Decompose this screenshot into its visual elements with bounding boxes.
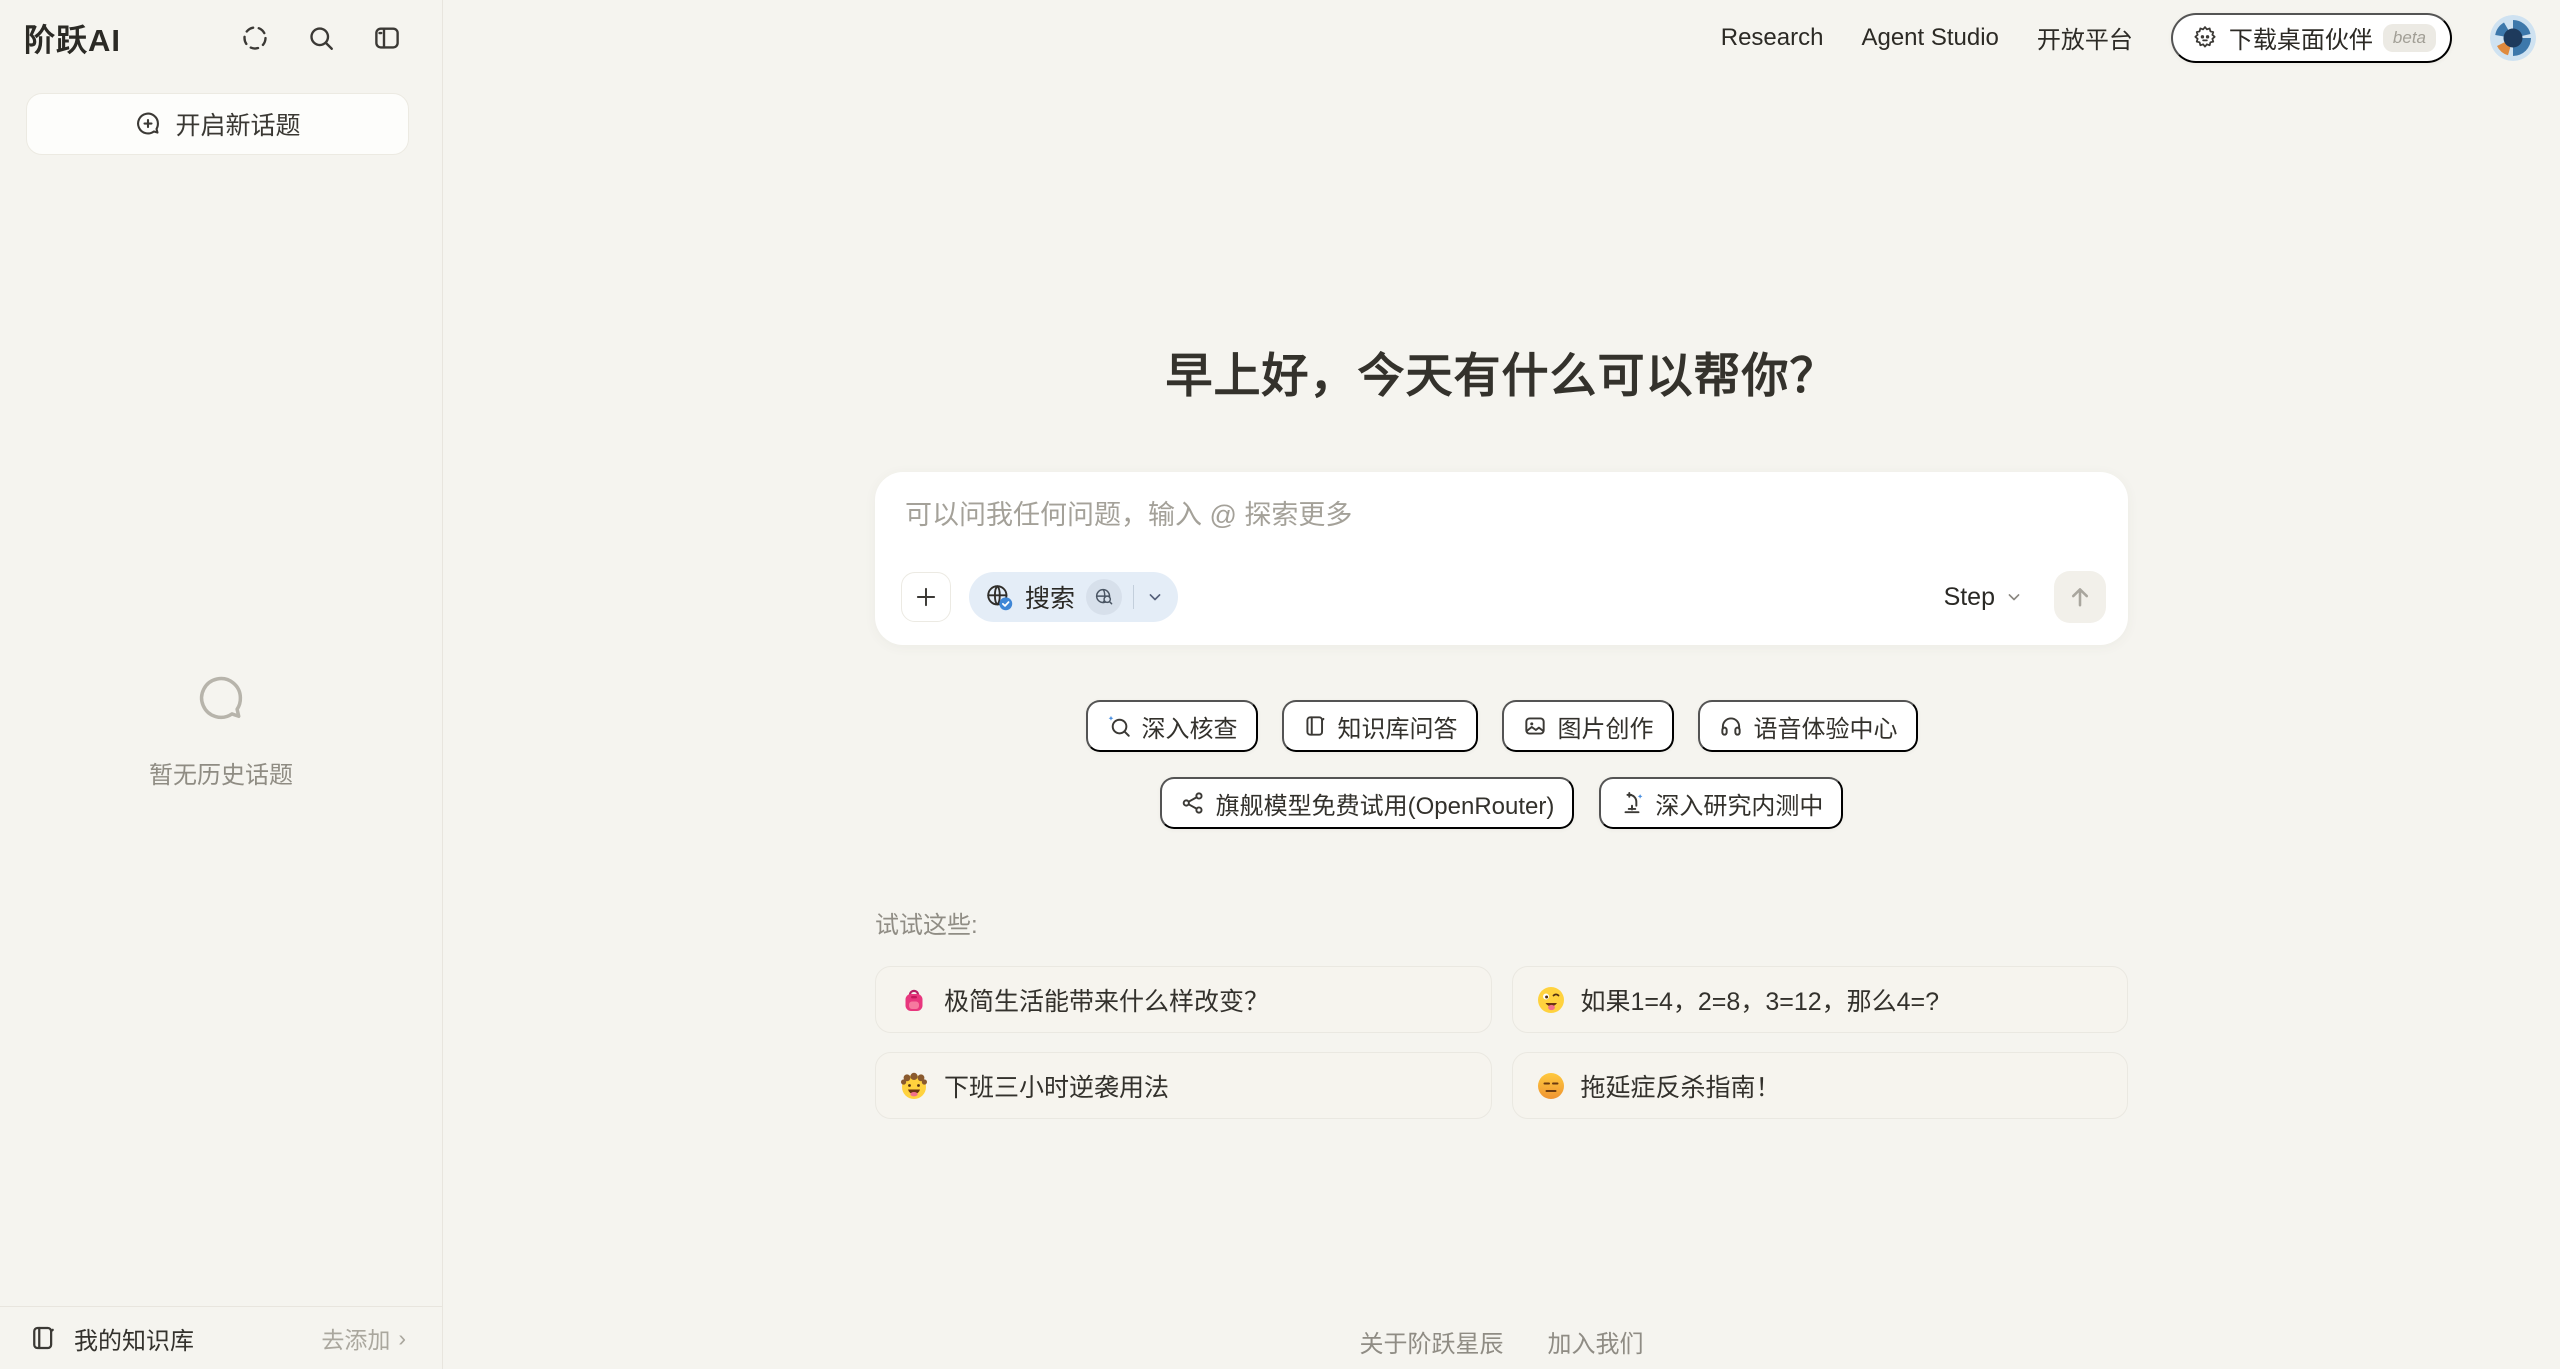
sidebar-toggle-icon[interactable] xyxy=(372,23,402,53)
headphones-icon xyxy=(1718,713,1744,739)
chevron-down-icon[interactable] xyxy=(1145,587,1165,607)
plus-icon xyxy=(913,584,939,610)
search-scope-badge xyxy=(1086,579,1122,615)
top-navigation: Research Agent Studio 开放平台 下载桌面伙伴 beta xyxy=(443,0,2560,75)
new-topic-label: 开启新话题 xyxy=(175,106,300,142)
avatar[interactable] xyxy=(2490,15,2536,61)
composer-toolbar: 搜索 xyxy=(901,571,2106,623)
suggestions-section: 试试这些: 极简生活能带来什么样改变？ xyxy=(875,905,2128,1119)
beta-badge: beta xyxy=(2383,24,2436,52)
nav-agent-studio[interactable]: Agent Studio xyxy=(1861,24,1998,52)
chip-deep-research-beta[interactable]: 深入研究内测中 xyxy=(1599,777,1843,829)
knowledge-base-row[interactable]: 我的知识库 去添加 › xyxy=(0,1306,442,1369)
footer-join-link[interactable]: 加入我们 xyxy=(1548,1324,1644,1359)
suggestions-grid: 极简生活能带来什么样改变？ 如果1=4，2=8， xyxy=(875,966,2128,1119)
composer-card: 搜索 xyxy=(875,472,2128,645)
prompt-input[interactable] xyxy=(905,500,2098,531)
share-nodes-icon xyxy=(1180,790,1206,816)
book-icon xyxy=(28,1323,58,1353)
search-icon[interactable] xyxy=(306,23,336,53)
pill-divider xyxy=(1133,585,1134,609)
download-desktop-button[interactable]: 下载桌面伙伴 beta xyxy=(2171,13,2452,63)
magnifier-sparkle-icon xyxy=(1106,713,1132,739)
footer-about-link[interactable]: 关于阶跃星辰 xyxy=(1360,1324,1504,1359)
model-selector[interactable]: Step xyxy=(1944,583,2024,612)
nav-research[interactable]: Research xyxy=(1721,24,1824,52)
promo-actions-row: 旗舰模型免费试用(OpenRouter) 深入研究内测中 xyxy=(1160,777,1844,829)
new-session-icon[interactable] xyxy=(240,23,270,53)
send-button[interactable] xyxy=(2054,571,2106,623)
chip-image-creation[interactable]: 图片创作 xyxy=(1502,700,1674,752)
chip-knowledge-qa[interactable]: 知识库问答 xyxy=(1282,700,1478,752)
search-label: 搜索 xyxy=(1025,579,1075,615)
chevron-down-icon xyxy=(2004,587,2024,607)
image-icon xyxy=(1522,713,1548,739)
unamused-face-emoji xyxy=(1536,1071,1566,1101)
chip-deep-check[interactable]: 深入核查 xyxy=(1086,700,1258,752)
sidebar-header: 阶跃AI xyxy=(0,0,442,75)
empty-history-label: 暂无历史话题 xyxy=(149,755,293,790)
sidebar-header-icons xyxy=(240,23,402,53)
main-area: Research Agent Studio 开放平台 下载桌面伙伴 beta xyxy=(443,0,2560,1369)
curly-hair-laugh-emoji xyxy=(899,1071,929,1101)
new-topic-button[interactable]: 开启新话题 xyxy=(26,93,409,155)
quick-actions-row: 深入核查 知识库问答 xyxy=(1086,700,1918,752)
chip-voice-center[interactable]: 语音体验中心 xyxy=(1698,700,1918,752)
notebook-icon xyxy=(1302,713,1328,739)
greeting-heading: 早上好，今天有什么可以帮你？ xyxy=(1166,337,1838,406)
download-desktop-label: 下载桌面伙伴 xyxy=(2229,20,2373,55)
nav-open-platform[interactable]: 开放平台 xyxy=(2037,20,2133,55)
zany-face-emoji xyxy=(1536,985,1566,1015)
model-label: Step xyxy=(1944,583,1995,612)
knowledge-base-add-link[interactable]: 去添加 › xyxy=(321,1321,406,1355)
suggestions-title: 试试这些: xyxy=(875,905,2128,940)
arrow-up-icon xyxy=(2066,583,2094,611)
star-face-icon xyxy=(2191,24,2219,52)
sidebar: 阶跃AI xyxy=(0,0,443,1369)
history-empty-state: 暂无历史话题 xyxy=(0,155,442,1306)
attach-button[interactable] xyxy=(901,572,951,622)
chip-openrouter-trial[interactable]: 旗舰模型免费试用(OpenRouter) xyxy=(1160,777,1575,829)
app-root: 阶跃AI xyxy=(0,0,2560,1369)
chevron-right-icon: › xyxy=(398,1325,406,1352)
chat-bubble-icon xyxy=(193,671,249,727)
suggestion-card-math-riddle[interactable]: 如果1=4，2=8，3=12，那么4=? xyxy=(1512,966,2129,1033)
web-search-toggle[interactable]: 搜索 xyxy=(969,572,1178,622)
suggestion-card-procrastination[interactable]: 拖延症反杀指南！ xyxy=(1512,1052,2129,1119)
app-logo: 阶跃AI xyxy=(24,15,121,60)
suggestion-card-minimalism[interactable]: 极简生活能带来什么样改变？ xyxy=(875,966,1492,1033)
knowledge-base-label: 我的知识库 xyxy=(74,1321,194,1356)
main-content: 早上好，今天有什么可以帮你？ xyxy=(443,75,2560,1119)
page-footer: 关于阶跃星辰 加入我们 xyxy=(443,1324,2560,1359)
globe-check-icon xyxy=(984,582,1014,612)
backpack-emoji xyxy=(899,985,929,1015)
bubble-plus-icon xyxy=(134,110,162,138)
suggestion-card-after-work[interactable]: 下班三小时逆袭用法 xyxy=(875,1052,1492,1119)
research-sparkle-icon xyxy=(1619,790,1645,816)
